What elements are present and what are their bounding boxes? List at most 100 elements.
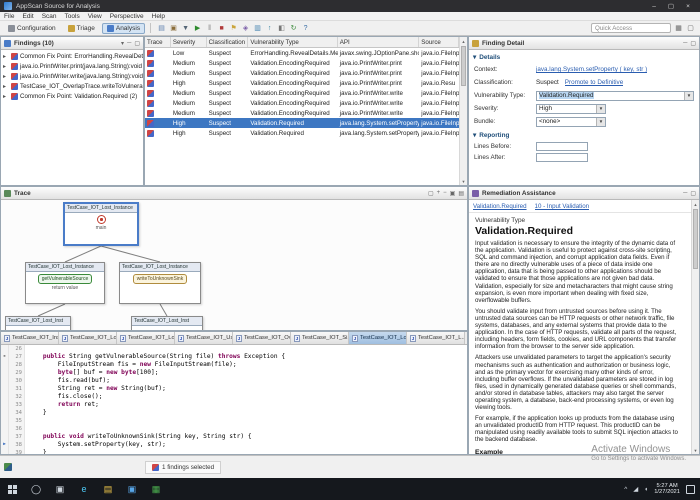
store-icon[interactable]: ▣ <box>120 478 144 500</box>
new-assessment-icon[interactable]: ▤ <box>156 23 167 34</box>
start-button[interactable] <box>0 478 24 500</box>
findings-table-scrollbar[interactable]: ▲ ▼ <box>459 37 467 185</box>
trace-node-partial[interactable]: TestCase_IOT_Lost_Inst <box>131 316 203 330</box>
open-assessment-icon[interactable]: ▣ <box>168 23 179 34</box>
perspective-triage[interactable]: Triage <box>63 23 100 34</box>
column-header-api[interactable]: API <box>338 37 419 47</box>
code-line[interactable]: 29 byte[] buf = new byte[100]; <box>1 369 467 377</box>
trace-icon[interactable] <box>147 110 154 117</box>
code-line[interactable]: 32 fis.close(); <box>1 393 467 401</box>
trace-node-sink[interactable]: TestCase_IOT_Lost_Instance writeToUnknow… <box>119 262 201 304</box>
finding-row[interactable]: MediumSuspectValidation.EncodingRequired… <box>145 58 459 68</box>
trace-icon[interactable] <box>147 90 154 97</box>
minimize-view-icon[interactable]: ─ <box>127 40 131 46</box>
expander-icon[interactable]: ▸ <box>3 63 9 70</box>
severity-select[interactable]: High ▼ <box>536 104 606 114</box>
compare-icon[interactable]: ◧ <box>276 23 287 34</box>
zoom-out-icon[interactable]: − <box>443 190 447 196</box>
quick-access-input[interactable]: Quick Access <box>591 23 671 33</box>
editor-tab[interactable]: JTestCase_IOT_Los...× <box>59 332 117 344</box>
maximize-view-icon[interactable]: ▢ <box>134 40 140 47</box>
line-marker-icon[interactable]: ▶ <box>1 441 9 449</box>
finding-row[interactable]: HighSuspectValidation.EncodingRequiredja… <box>145 78 459 88</box>
fit-to-view-icon[interactable]: ▣ <box>450 190 456 197</box>
context-link[interactable]: java.lang.System.setProperty ( key, str … <box>536 66 647 73</box>
network-icon[interactable]: ◢ <box>633 485 638 493</box>
help-icon[interactable]: ? <box>300 23 311 34</box>
lines-after-input[interactable] <box>536 153 588 162</box>
line-marker-icon[interactable]: ▪ <box>1 353 9 361</box>
maximize-window-icon[interactable]: ▢ <box>663 1 679 12</box>
code-line[interactable]: 26 <box>1 345 467 353</box>
menu-help[interactable]: Help <box>152 13 165 20</box>
finding-row[interactable]: MediumSuspectValidation.EncodingRequired… <box>145 88 459 98</box>
tray-expand-icon[interactable]: ^ <box>624 486 627 493</box>
code-line[interactable]: 30 fis.read(buf); <box>1 377 467 385</box>
filter-icon[interactable]: ⚑ <box>228 23 239 34</box>
maximize-view-icon[interactable]: ▢ <box>690 40 696 47</box>
trace-tab[interactable]: Trace <box>4 190 31 197</box>
scroll-thumb[interactable] <box>693 209 698 269</box>
finding-group-item[interactable]: ▸TestCase_IOT_OverlapTrace.writeToVulner… <box>1 81 143 91</box>
menu-edit[interactable]: Edit <box>22 13 33 20</box>
trace-node-main[interactable]: TestCase_IOT_Lost_Instance main <box>63 202 139 246</box>
finding-row[interactable]: MediumSuspectValidation.EncodingRequired… <box>145 68 459 78</box>
editor-tab[interactable]: JTestCase_IOT_Los...× <box>117 332 175 344</box>
finding-row[interactable]: LowSuspectErrorHandling.RevealDetails.Me… <box>145 48 459 58</box>
menu-view[interactable]: View <box>88 13 102 20</box>
perspective-configuration[interactable]: Configuration <box>3 23 61 34</box>
finding-group-item[interactable]: ▸Common Fix Point: Validation.Required (… <box>1 91 143 101</box>
app-green-icon[interactable]: ▦ <box>144 478 168 500</box>
trace-icon[interactable] <box>147 100 154 107</box>
menu-tools[interactable]: Tools <box>65 13 80 20</box>
edge-icon[interactable]: e <box>72 478 96 500</box>
publish-icon[interactable]: ↑ <box>264 23 275 34</box>
column-header-trace[interactable]: Trace <box>145 37 171 47</box>
cancel-scan-icon[interactable]: ■ <box>216 23 227 34</box>
export-trace-icon[interactable]: ▤ <box>458 190 464 197</box>
code-line[interactable]: 37 public void writeToUnknownSink(String… <box>1 433 467 441</box>
select-mode-icon[interactable]: ▢ <box>428 190 434 197</box>
trace-icon[interactable] <box>147 130 154 137</box>
sink-method-chip[interactable]: writeToUnknownSink <box>133 274 187 284</box>
pause-scan-icon[interactable]: ‖ <box>204 23 215 34</box>
remediation-link-vulnerability[interactable]: Validation.Required <box>473 203 527 210</box>
trace-icon[interactable] <box>147 60 154 67</box>
menu-file[interactable]: File <box>4 13 14 20</box>
close-window-icon[interactable]: × <box>680 1 696 12</box>
refresh-icon[interactable]: ↻ <box>288 23 299 34</box>
reporting-section-header[interactable]: ▾ Reporting <box>469 128 699 141</box>
perspective-list-icon[interactable]: ▢ <box>686 24 695 33</box>
zoom-in-icon[interactable]: + <box>437 190 441 196</box>
task-view-icon[interactable]: ▣ <box>48 478 72 500</box>
finding-group-item[interactable]: ▸java.io.PrintWriter.print(java.lang.Str… <box>1 61 143 71</box>
scroll-up-icon[interactable]: ▲ <box>460 37 467 45</box>
clock[interactable]: 5:27 AM 1/27/2021 <box>654 483 680 496</box>
code-line[interactable]: 33 return ret; <box>1 401 467 409</box>
trace-icon[interactable] <box>147 50 154 57</box>
finding-row[interactable]: HighSuspectValidation.Requiredjava.lang.… <box>145 128 459 138</box>
editor-tab[interactable]: JTestCase_IOT_Los...× <box>349 332 407 344</box>
open-perspective-icon[interactable]: ▦ <box>674 24 683 33</box>
finding-row[interactable]: MediumSuspectValidation.EncodingRequired… <box>145 108 459 118</box>
expander-icon[interactable]: ▸ <box>3 93 9 100</box>
lines-before-input[interactable] <box>536 142 588 151</box>
chevron-down-icon[interactable]: ▼ <box>596 105 605 113</box>
code-line[interactable]: ▪27 public String getVulnerableSource(St… <box>1 353 467 361</box>
editor-tab[interactable]: JTestCase_IOT_Use...× <box>175 332 233 344</box>
bundle-icon[interactable]: ◈ <box>240 23 251 34</box>
minimize-view-icon[interactable]: ─ <box>683 190 687 196</box>
finding-group-item[interactable]: ▸Common Fix Point: ErrorHandling.RevealD… <box>1 51 143 61</box>
code-line[interactable]: 39 } <box>1 449 467 454</box>
expander-icon[interactable]: ▸ <box>3 73 9 80</box>
chevron-down-icon[interactable]: ▼ <box>596 118 605 126</box>
code-line[interactable]: 36 <box>1 425 467 433</box>
report-icon[interactable]: ▥ <box>252 23 263 34</box>
remediation-link-input-validation[interactable]: 10 - Input Validation <box>535 203 590 210</box>
findings-tab[interactable]: Findings (10) <box>4 40 54 47</box>
trace-node-source[interactable]: TestCase_IOT_Lost_Instance getVulnerable… <box>25 262 105 304</box>
code-editor[interactable]: 26▪27 public String getVulnerableSource(… <box>1 345 467 454</box>
scroll-thumb[interactable] <box>461 46 466 86</box>
file-explorer-icon[interactable]: ▤ <box>96 478 120 500</box>
finding-group-item[interactable]: ▸java.io.PrintWriter.write(java.lang.Str… <box>1 71 143 81</box>
